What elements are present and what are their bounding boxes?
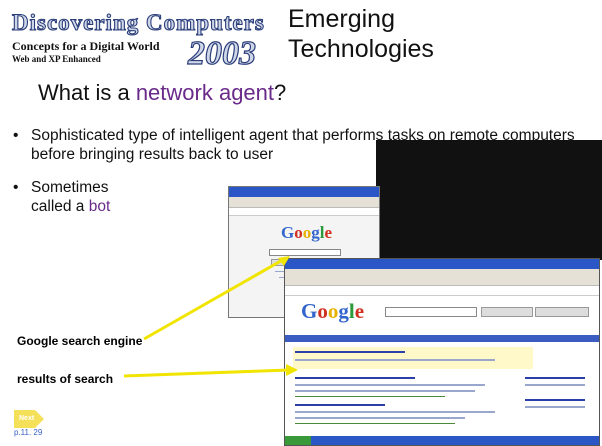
lucky-button (535, 307, 589, 317)
search-field (269, 249, 341, 256)
logo-graphic: Discovering Computers Concepts for a Dig… (11, 9, 265, 68)
sponsored-link (525, 377, 585, 379)
google-logo: Google (301, 299, 365, 323)
callout-results: results of search (17, 372, 114, 386)
browser-toolbar (229, 197, 379, 208)
google-logo: Google (281, 223, 333, 242)
slide-title: Emerging Technologies (288, 4, 434, 64)
text-line (295, 417, 465, 419)
svg-text:Discovering Computers: Discovering Computers (12, 10, 265, 35)
bullet-bot: • Sometimes called a bot (13, 178, 151, 216)
svg-text:2003: 2003 (187, 35, 256, 68)
result-url (295, 396, 445, 397)
google-results-screenshot: Google (284, 258, 600, 446)
search-button (481, 307, 533, 317)
address-bar (285, 286, 599, 296)
text-line (295, 384, 485, 386)
heading-highlight: network agent (135, 80, 275, 105)
heading-suffix: ? (274, 80, 287, 105)
window-title-bar (285, 259, 599, 269)
result-url (295, 423, 455, 424)
search-field (385, 307, 477, 317)
address-bar (229, 208, 379, 216)
bullet-dot: • (13, 179, 19, 196)
heading-prefix: What is a (38, 80, 136, 105)
text-line (525, 384, 585, 386)
results-bar (285, 335, 599, 342)
window-title-bar (229, 187, 379, 197)
text-line (295, 359, 495, 361)
text-line (525, 406, 585, 408)
callout-search-engine: Google search engine (17, 334, 143, 348)
title-line-1: Emerging (288, 5, 395, 33)
svg-text:Web and XP Enhanced: Web and XP Enhanced (12, 54, 101, 64)
result-link (295, 404, 385, 406)
next-button[interactable]: Next (14, 410, 44, 428)
sponsored-link (525, 399, 585, 401)
page-reference: p.11. 29 (14, 428, 43, 437)
bullet-bot-highlight: bot (88, 198, 111, 215)
bullet-dot: • (13, 127, 19, 144)
browser-toolbar (285, 269, 599, 286)
discovering-computers-logo: Discovering Computers Concepts for a Dig… (10, 8, 282, 68)
result-link (295, 351, 405, 353)
svg-text:Concepts for a Digital World: Concepts for a Digital World (12, 39, 160, 53)
slide: Discovering Computers Concepts for a Dig… (0, 0, 602, 446)
text-line (295, 390, 475, 392)
question-heading: What is a network agent? (38, 80, 286, 106)
text-line (295, 411, 495, 413)
result-link (295, 377, 415, 379)
arrow-to-results (123, 368, 291, 378)
screenshot-backdrop (376, 140, 602, 260)
title-line-2: Technologies (288, 35, 434, 63)
